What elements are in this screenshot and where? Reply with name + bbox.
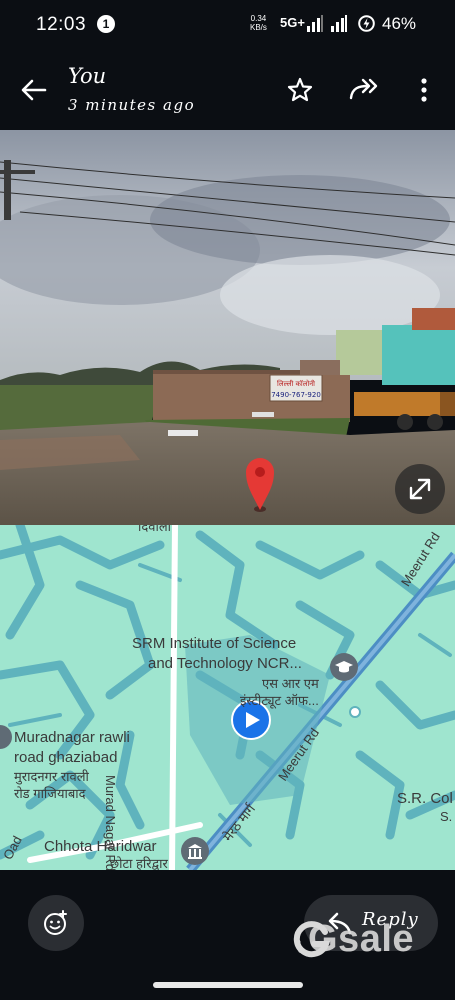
bottom-action-bar: Reply Gsale	[0, 870, 455, 1000]
back-arrow-icon[interactable]	[18, 74, 50, 106]
location-map[interactable]: दिवाला SRM Institute of Science and Tech…	[0, 525, 455, 870]
map-label-srm-line1: SRM Institute of Science	[132, 635, 297, 652]
map-label-muradnagar-hindi-line2: रोड गाजियाबाद	[14, 786, 86, 801]
map-label-chhota-haridwar-hindi: छोटा हरिद्वार	[110, 856, 168, 870]
network-type: 5G+	[280, 15, 305, 30]
landmark-icon	[188, 844, 202, 859]
map-label-sr-col-sub: S.	[440, 809, 453, 824]
status-time: 12:03	[36, 14, 87, 35]
status-bar: 12:03 1 0.34 KB/s 5G+ 46%	[0, 0, 455, 52]
battery-percent: 46%	[382, 14, 417, 33]
map-label-srm-line2: and Technology NCR...	[148, 655, 302, 672]
gsale-watermark: Gsale	[292, 916, 427, 976]
street-scene-image: लिल्ली कॉलोनी 7490-767-920	[0, 130, 455, 525]
map-label-muradnagar-line1: Muradnagar rawli	[14, 729, 130, 746]
map-label-top: दिवाला	[138, 525, 172, 534]
street-view-photo[interactable]: लिल्ली कॉलोनी 7490-767-920	[0, 130, 455, 525]
sign-text-line2: 7490-767-920	[271, 391, 321, 399]
notification-count-badge: 1	[97, 15, 115, 33]
home-indicator[interactable]	[153, 982, 303, 988]
signal-strength-icon	[331, 15, 347, 32]
sign-text-line1: लिल्ली कॉलोनी	[277, 379, 315, 388]
star-icon[interactable]	[286, 76, 314, 104]
fullscreen-arrows-icon	[409, 478, 431, 500]
map-label-srm-hindi-line2: इंस्टीट्यूट ऑफ...	[240, 693, 319, 708]
map-label-muradnagar-hindi-line1: मुरादनगर रावली	[14, 769, 89, 784]
forward-icon[interactable]	[348, 76, 382, 104]
more-vert-icon[interactable]	[414, 76, 434, 104]
graduation-cap-icon	[335, 661, 353, 673]
school-poi-icon[interactable]	[330, 653, 358, 681]
temple-poi-icon[interactable]	[181, 837, 209, 865]
sender-name: You	[68, 64, 107, 88]
add-reaction-icon	[44, 910, 67, 935]
map-label-srm-hindi-line1: एस आर एम	[262, 676, 319, 691]
map-roads	[0, 525, 455, 870]
media-viewer-header: You 3 minutes ago	[0, 52, 455, 130]
signal-strength-icon	[307, 15, 323, 32]
timestamp: 3 minutes ago	[68, 96, 196, 114]
map-label-muradnagar-line2: road ghaziabad	[14, 749, 118, 766]
expand-icon[interactable]	[395, 464, 445, 514]
map-label-chhota-haridwar: Chhota Haridwar	[44, 838, 157, 855]
network-speed: 0.34 KB/s	[250, 14, 267, 32]
map-label-sr-col: S.R. Col	[397, 790, 453, 807]
react-emoji-button[interactable]	[28, 895, 84, 951]
battery-charging-icon	[358, 15, 375, 32]
watermark-text: Gsale	[308, 918, 415, 960]
